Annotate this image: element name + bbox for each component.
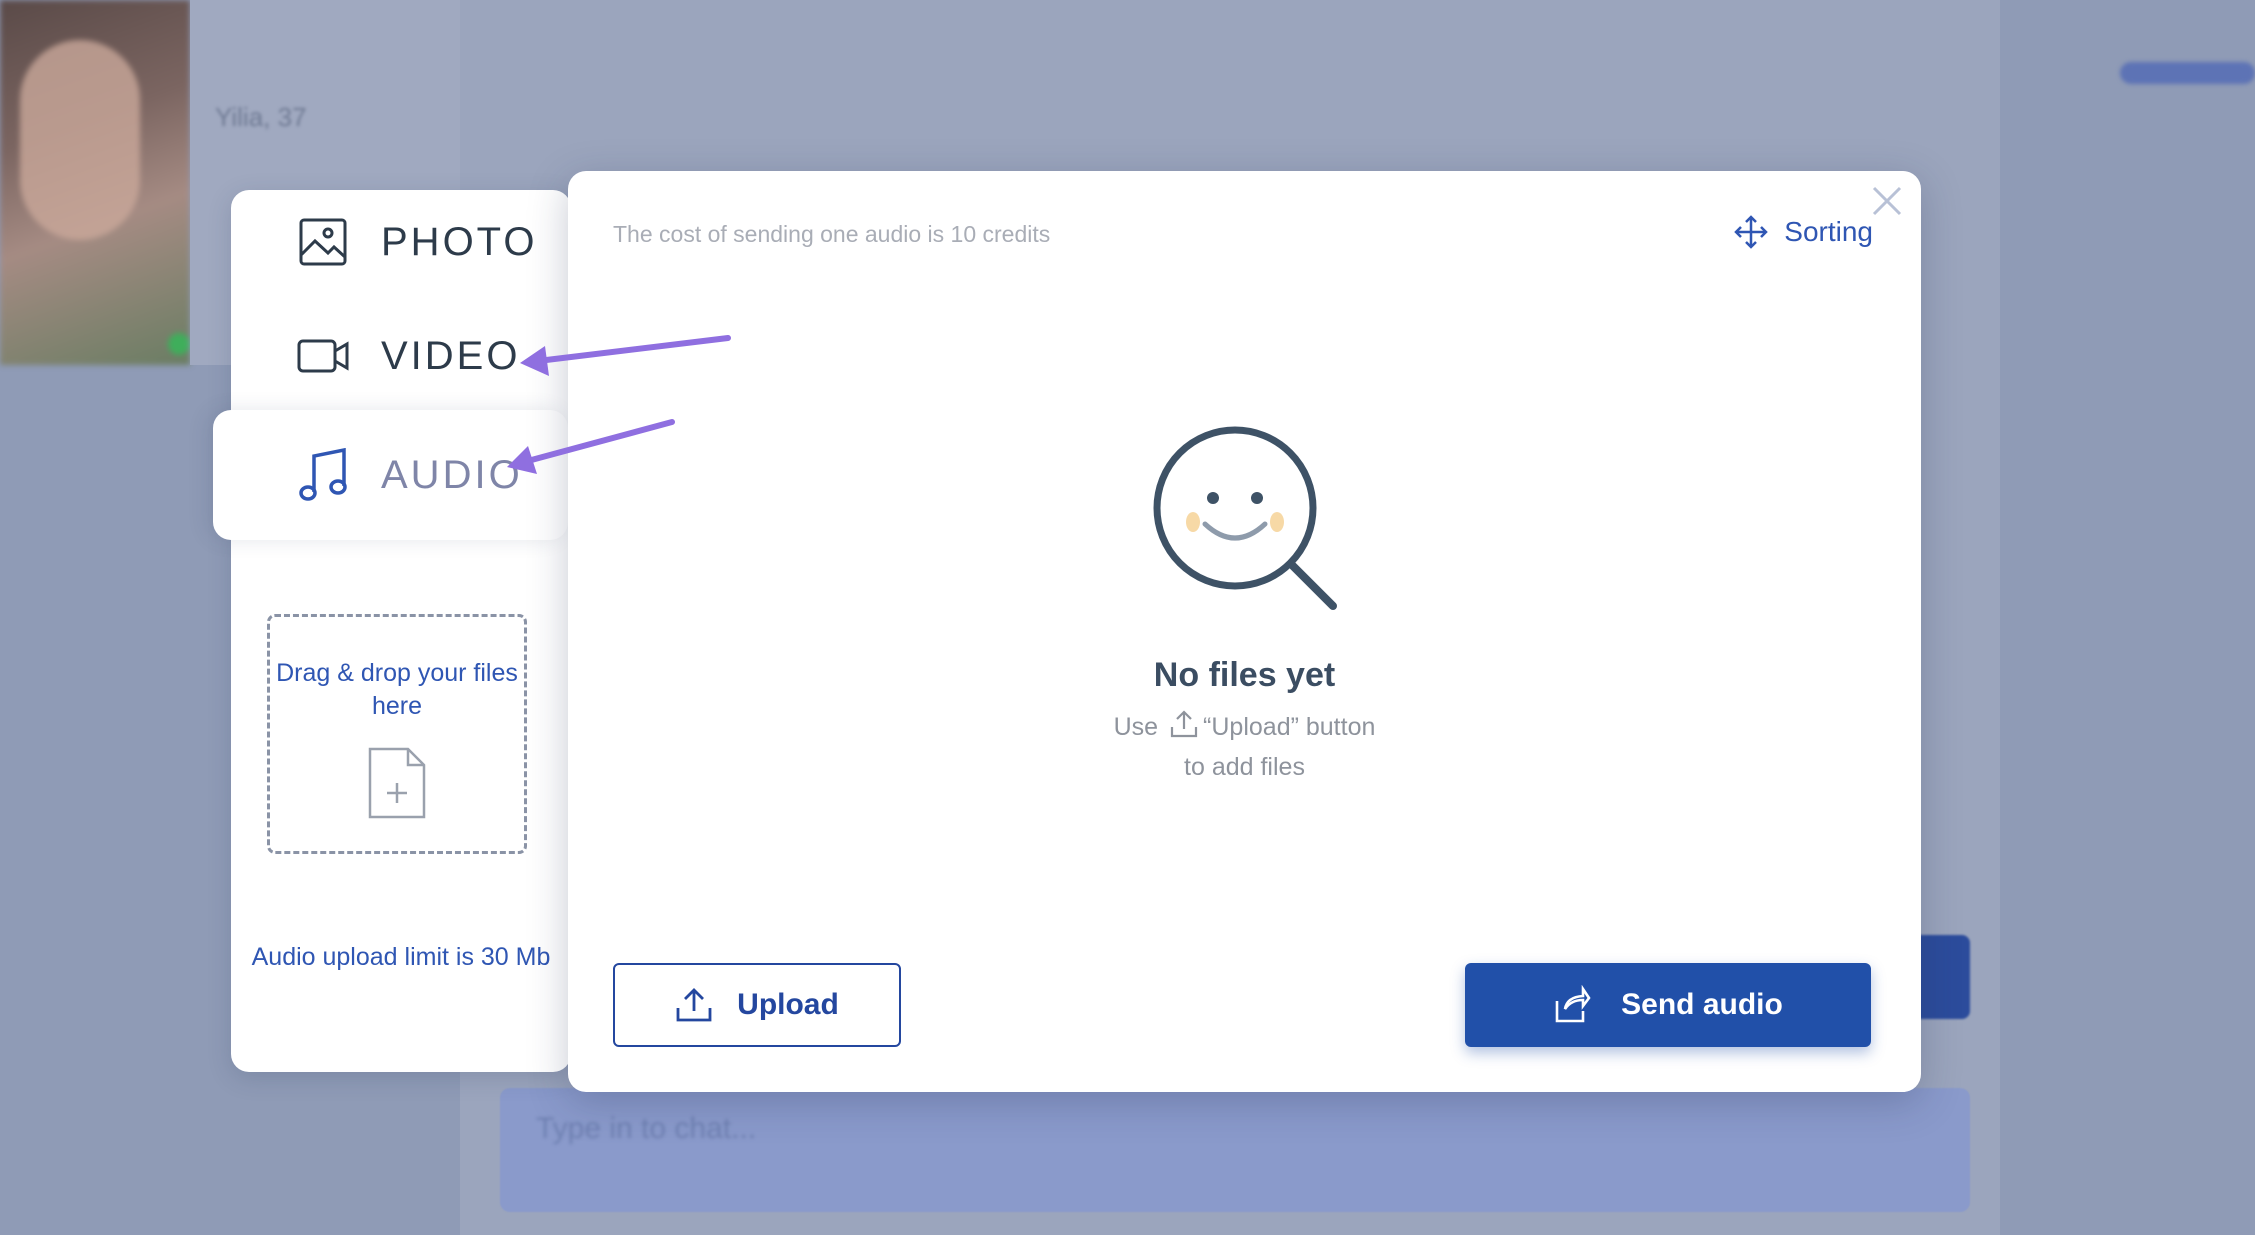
music-note-icon (295, 447, 351, 503)
background-chat-input: Type in to chat... (500, 1088, 1970, 1212)
share-arrow-icon (1553, 985, 1591, 1025)
upload-button-label: Upload (737, 988, 839, 1021)
background-profile-photo (0, 0, 190, 365)
tab-video-label: VIDEO (381, 333, 521, 378)
sorting-button[interactable]: Sorting (1734, 215, 1873, 249)
magnifier-smiley-icon (1153, 426, 1353, 631)
close-icon (1872, 186, 1902, 216)
sorting-label: Sorting (1784, 216, 1873, 247)
cost-notice: The cost of sending one audio is 10 cred… (613, 221, 1051, 247)
video-camera-icon (295, 328, 351, 384)
tab-photo-label: PHOTO (381, 219, 538, 264)
move-arrows-icon (1734, 215, 1769, 249)
upload-button[interactable]: Upload (613, 963, 901, 1047)
online-indicator (168, 333, 190, 355)
upload-limit-text: Audio upload limit is 30 Mb (251, 943, 551, 971)
upload-inline-icon (1169, 709, 1199, 749)
tab-photo[interactable]: PHOTO (295, 214, 538, 270)
image-icon (295, 214, 351, 270)
background-status-pill (2120, 62, 2255, 84)
tab-video[interactable]: VIDEO (295, 328, 520, 384)
dropzone-text: Drag & drop your files here (276, 659, 518, 720)
close-button[interactable] (1867, 181, 1907, 221)
file-dropzone[interactable]: Drag & drop your files here (267, 614, 527, 854)
upload-icon (675, 986, 713, 1024)
send-audio-button[interactable]: Send audio (1465, 963, 1871, 1047)
tab-audio-label: AUDIO (381, 452, 523, 497)
tab-audio[interactable]: AUDIO (295, 447, 523, 503)
file-add-icon (270, 745, 524, 826)
background-profile-name: Yilia, 37 (215, 102, 307, 132)
empty-state-title: No files yet (1153, 656, 1336, 694)
empty-state-hint: Use “Upload” button to add files (568, 709, 1921, 785)
media-type-panel: PHOTO VIDEO Drag & drop your files here … (231, 190, 571, 1072)
send-audio-label: Send audio (1621, 988, 1783, 1021)
tab-audio-container: AUDIO (213, 410, 568, 540)
media-picker-modal: The cost of sending one audio is 10 cred… (568, 171, 1921, 1092)
